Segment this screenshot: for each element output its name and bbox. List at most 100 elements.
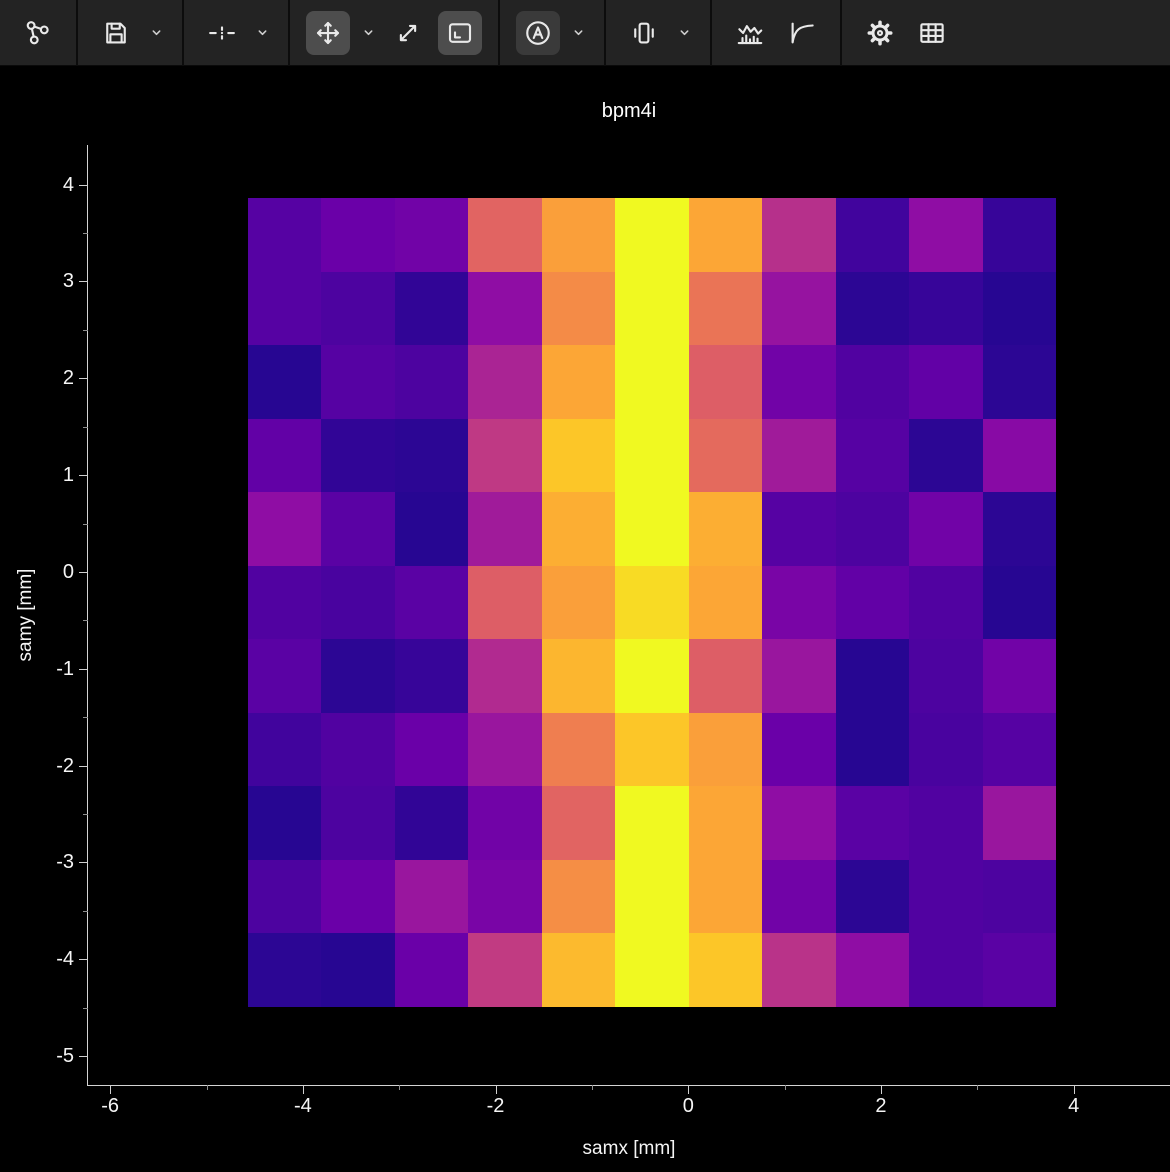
node-graph-button[interactable] [16, 11, 60, 55]
heatmap-cell [615, 492, 689, 565]
heatmap-cell [248, 639, 321, 712]
chevron-down-icon[interactable] [146, 11, 166, 55]
heatmap-cell [689, 198, 762, 271]
heatmap-cell [836, 492, 909, 565]
heatmap-cell [468, 860, 541, 933]
heatmap-cell [909, 860, 982, 933]
heatmap-cell [836, 198, 909, 271]
heatmap-cell [689, 639, 762, 712]
x-minor-tick [207, 1085, 208, 1090]
heatmap-cell [542, 198, 615, 271]
crosshair-icon [207, 18, 237, 48]
toolbar-group [842, 0, 970, 65]
y-tick-label: -1 [14, 657, 74, 681]
y-tick [79, 572, 88, 573]
heatmap-cell [909, 713, 982, 786]
table-grid-button[interactable] [910, 11, 954, 55]
device-rotate-icon [629, 18, 659, 48]
heatmap-cell [615, 419, 689, 492]
heatmap[interactable] [248, 198, 1056, 1006]
heatmap-cell [468, 272, 541, 345]
histogram-button[interactable] [728, 11, 772, 55]
y-tick-label: -2 [14, 754, 74, 778]
toolbar-group [0, 0, 76, 65]
heatmap-cell [983, 713, 1056, 786]
curve-button[interactable] [780, 11, 824, 55]
heatmap-cell [615, 713, 689, 786]
x-axis-label: samx [mm] [88, 1138, 1170, 1160]
heatmap-cell [615, 786, 689, 859]
toolbar-group [184, 0, 288, 65]
heatmap-cell [836, 272, 909, 345]
heatmap-cell [468, 345, 541, 418]
heatmap-cell [909, 419, 982, 492]
y-minor-tick [83, 524, 88, 525]
expand-diagonal-button[interactable] [386, 11, 430, 55]
heatmap-cell [248, 713, 321, 786]
y-tick-label: -4 [14, 947, 74, 971]
heatmap-cell [248, 860, 321, 933]
auto-range-icon [523, 18, 553, 48]
settings-gear-icon [865, 18, 895, 48]
chevron-down-icon[interactable] [674, 11, 694, 55]
heatmap-cell [909, 345, 982, 418]
heatmap-cell [836, 419, 909, 492]
chevron-down-icon[interactable] [252, 11, 272, 55]
y-minor-tick [83, 717, 88, 718]
histogram-icon [735, 18, 765, 48]
heatmap-cell [395, 860, 468, 933]
heatmap-cell [762, 713, 835, 786]
heatmap-cell [909, 933, 982, 1006]
auto-range-button[interactable] [516, 11, 560, 55]
save-button[interactable] [94, 11, 138, 55]
y-minor-tick [83, 1008, 88, 1009]
y-minor-tick [83, 911, 88, 912]
x-tick-label: 0 [653, 1095, 723, 1118]
heatmap-cell [983, 419, 1056, 492]
y-minor-tick [83, 620, 88, 621]
chevron-down-icon[interactable] [568, 11, 588, 55]
x-tick-label: -2 [461, 1095, 531, 1118]
y-tick-label: -5 [14, 1044, 74, 1068]
heatmap-cell [321, 860, 394, 933]
y-tick-label: 0 [14, 560, 74, 584]
heatmap-cell [909, 639, 982, 712]
fit-frame-button[interactable] [438, 11, 482, 55]
heatmap-cell [321, 492, 394, 565]
heatmap-cell [983, 345, 1056, 418]
chevron-down-icon[interactable] [358, 11, 378, 55]
x-tick [1074, 1085, 1075, 1094]
heatmap-cell [542, 492, 615, 565]
y-minor-tick [83, 330, 88, 331]
heatmap-cell [909, 198, 982, 271]
heatmap-cell [762, 933, 835, 1006]
curve-icon [787, 18, 817, 48]
heatmap-cell [542, 272, 615, 345]
heatmap-cell [909, 492, 982, 565]
heatmap-cell [395, 272, 468, 345]
heatmap-cell [395, 492, 468, 565]
heatmap-cell [689, 713, 762, 786]
device-rotate-button[interactable] [622, 11, 666, 55]
y-tick [79, 475, 88, 476]
heatmap-cell [468, 419, 541, 492]
heatmap-cell [615, 933, 689, 1006]
heatmap-cell [248, 566, 321, 639]
heatmap-cell [321, 419, 394, 492]
heatmap-cell [836, 860, 909, 933]
y-tick-label: -3 [14, 850, 74, 874]
crosshair-button[interactable] [200, 11, 244, 55]
heatmap-cell [248, 492, 321, 565]
settings-gear-button[interactable] [858, 11, 902, 55]
toolbar-group [712, 0, 840, 65]
heatmap-cell [468, 786, 541, 859]
heatmap-cell [615, 566, 689, 639]
pan-button[interactable] [306, 11, 350, 55]
heatmap-cell [468, 566, 541, 639]
x-tick [496, 1085, 497, 1094]
heatmap-cell [321, 713, 394, 786]
heatmap-cell [689, 272, 762, 345]
heatmap-cell [836, 639, 909, 712]
y-tick-label: 4 [14, 173, 74, 197]
expand-diagonal-icon [393, 18, 423, 48]
